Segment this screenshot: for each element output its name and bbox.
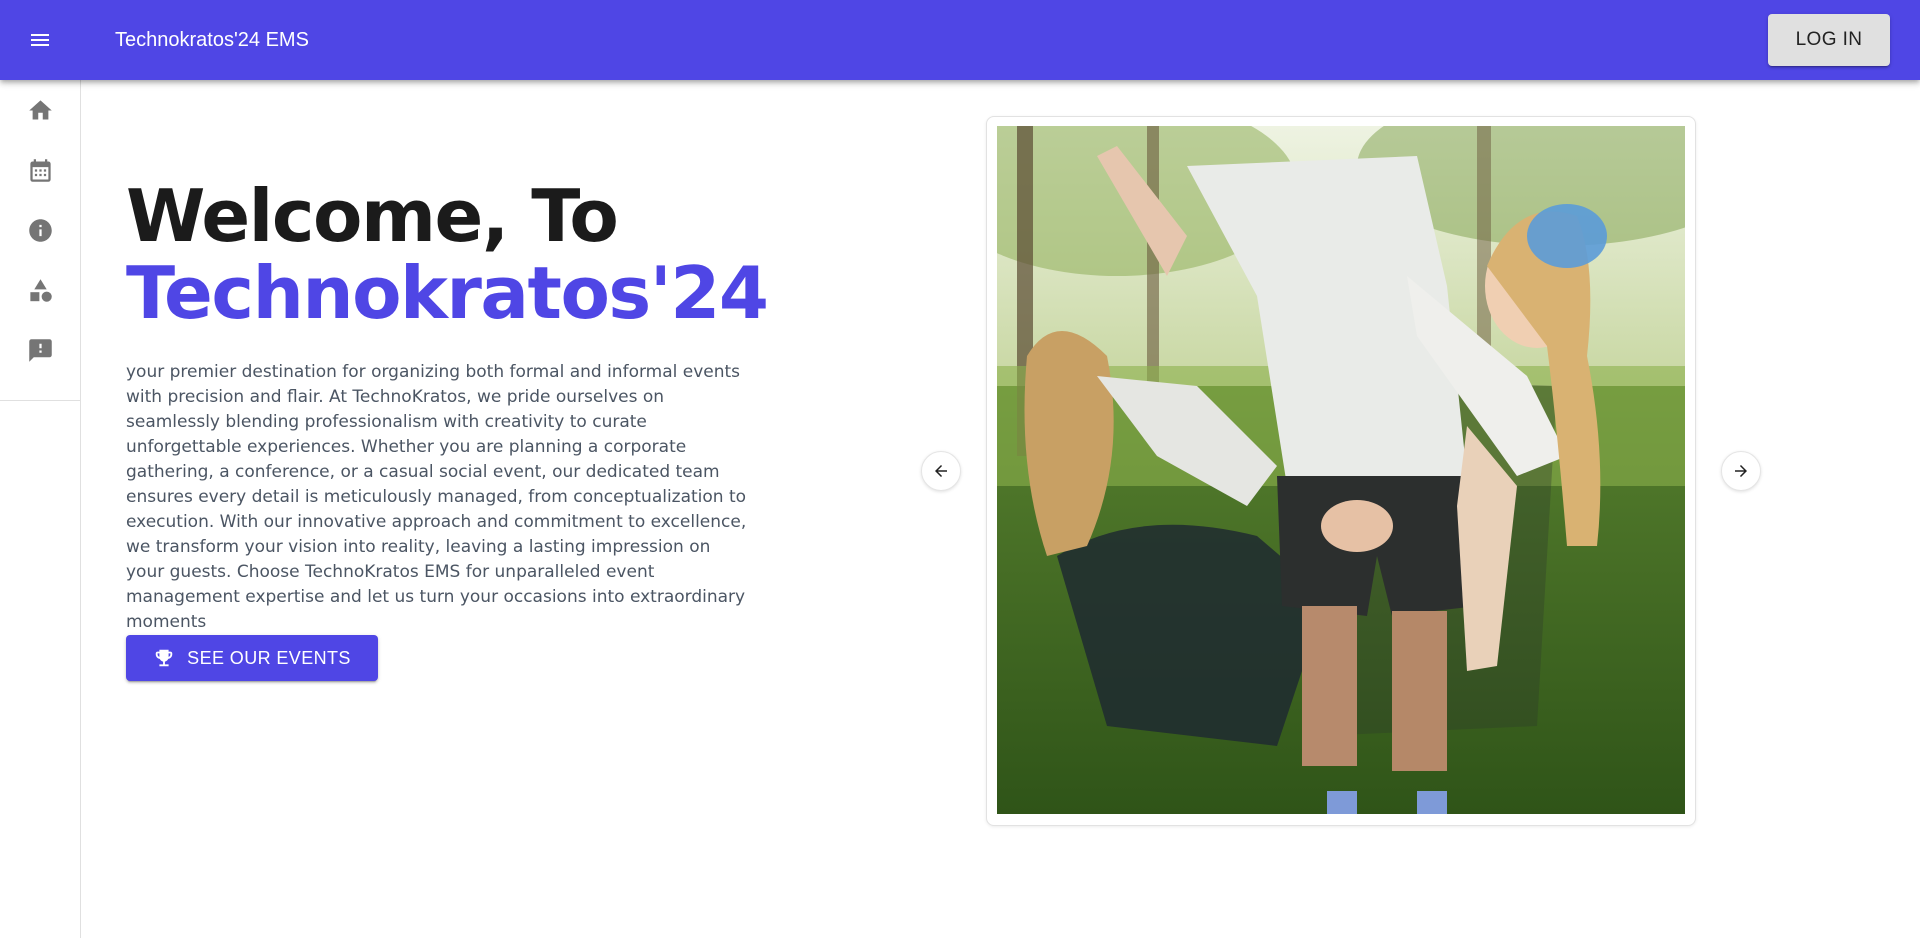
calendar-icon (29, 158, 51, 182)
family-photo-illustration (997, 126, 1685, 814)
app-bar: Technokratos'24 EMS LOG IN (0, 0, 1920, 80)
login-button[interactable]: LOG IN (1768, 14, 1890, 66)
sidebar-nav-list (0, 80, 80, 401)
menu-button[interactable] (17, 17, 63, 63)
arrow-right-icon (1735, 465, 1747, 477)
app-title: Technokratos'24 EMS (115, 29, 309, 51)
hero-title-event-name: Technokratos'24 (126, 251, 769, 335)
carousel-card (986, 116, 1696, 826)
carousel-image (997, 126, 1685, 814)
hero-title-welcome: Welcome, To (126, 174, 619, 258)
hero-description: your premier destination for organizing … (126, 362, 747, 632)
carousel-next-button[interactable] (1721, 451, 1761, 491)
see-our-events-label: SEE OUR EVENTS (187, 647, 351, 668)
trophy-icon (155, 649, 173, 667)
sidebar-item-categories[interactable] (0, 260, 80, 320)
sidebar-item-home[interactable] (0, 80, 80, 140)
sidebar-item-about[interactable] (0, 200, 80, 260)
hero-title: Welcome, To Technokratos'24 (126, 174, 769, 335)
feedback-icon (28, 338, 52, 362)
carousel-prev-button[interactable] (921, 451, 961, 491)
hamburger-menu-icon (31, 34, 49, 46)
info-icon (28, 218, 52, 242)
home-icon (28, 99, 52, 119)
sidebar-item-events[interactable] (0, 140, 80, 200)
sidebar-item-feedback[interactable] (0, 320, 80, 380)
arrow-left-icon (935, 465, 947, 477)
sidebar (0, 80, 81, 938)
see-our-events-button[interactable]: SEE OUR EVENTS (126, 635, 378, 681)
category-shapes-icon (29, 278, 52, 302)
